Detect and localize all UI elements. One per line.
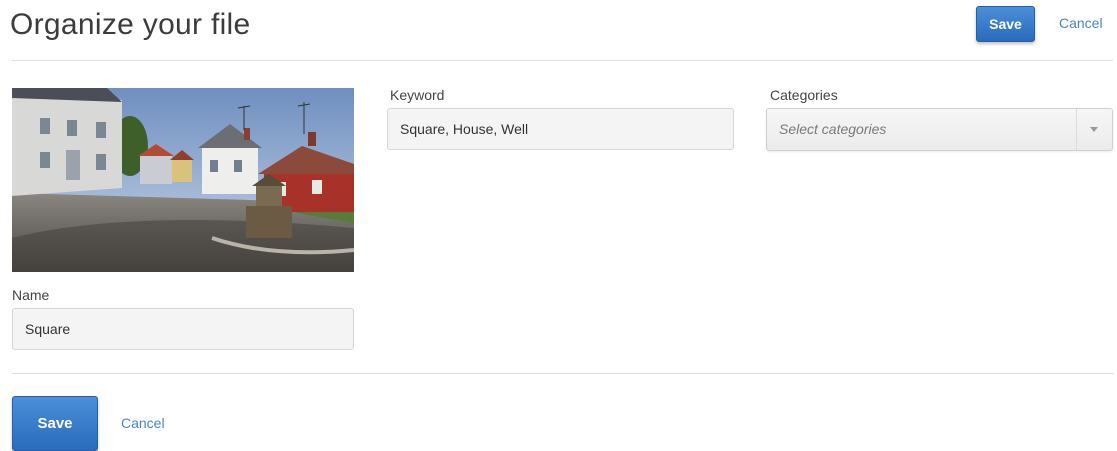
file-thumbnail (12, 88, 354, 272)
name-label: Name (12, 287, 50, 303)
keyword-label: Keyword (390, 87, 445, 103)
name-input[interactable]: Square (12, 308, 354, 350)
categories-label: Categories (770, 87, 838, 103)
categories-select[interactable]: Select categories (766, 108, 1113, 151)
cancel-link[interactable]: Cancel (1059, 15, 1103, 31)
save-button[interactable]: Save (976, 6, 1035, 42)
chevron-down-icon (1090, 127, 1098, 132)
keyword-input[interactable]: Square, House, Well (387, 108, 734, 150)
footer-cancel-link[interactable]: Cancel (121, 415, 165, 431)
footer-divider (12, 373, 1113, 374)
categories-placeholder: Select categories (779, 121, 887, 137)
select-arrow-box[interactable] (1076, 109, 1112, 150)
footer-save-button[interactable]: Save (12, 396, 98, 451)
header-divider (12, 60, 1113, 61)
page-title: Organize your file (10, 8, 251, 41)
